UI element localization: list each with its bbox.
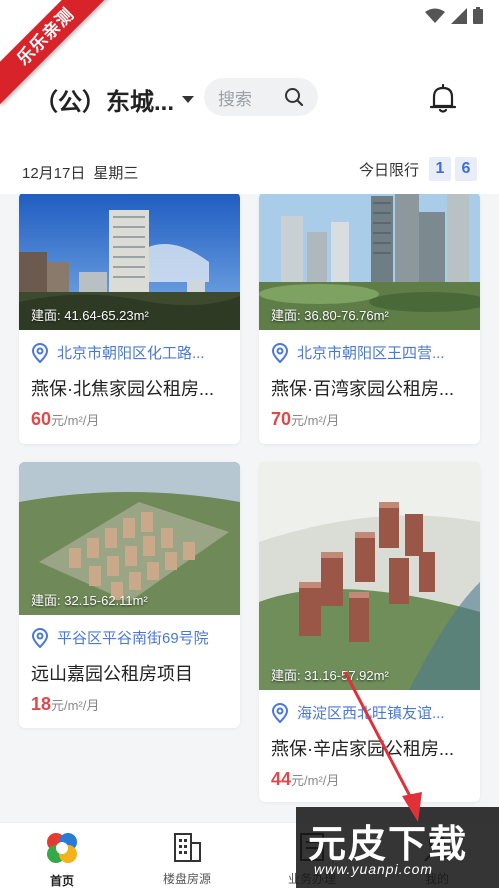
price-unit: 元/m²/月	[291, 413, 340, 428]
address-text: 北京市朝阳区王四营...	[297, 345, 445, 362]
price-unit: 元/m²/月	[51, 413, 100, 428]
home-logo-icon	[47, 833, 77, 863]
area-label: 建面: 32.15-62.11m²	[31, 593, 148, 608]
traffic-limit: 今日限行 1 6	[359, 157, 477, 181]
price-value: 44	[271, 769, 292, 789]
building-icon	[174, 833, 201, 862]
tab-home[interactable]: 首页	[12, 831, 112, 888]
listing-price: 44元/m²/月	[259, 761, 480, 790]
location-pin-icon	[31, 627, 49, 648]
address-text: 北京市朝阳区化工路...	[57, 345, 205, 362]
traffic-limit-label: 今日限行	[358, 161, 419, 179]
listing-card[interactable]: 建面: 31.16-57.92m² 海淀区西北旺镇友谊... 燕保·辛店家园公租…	[259, 462, 480, 802]
signal-icon	[451, 7, 467, 24]
price-unit: 元/m²/月	[291, 773, 340, 788]
watermark-title: 元皮下载	[308, 824, 469, 866]
city-selector[interactable]: （公）东城...	[34, 82, 195, 117]
listing-price: 70元/m²/月	[259, 401, 480, 430]
area-label: 建面: 41.64-65.23m²	[31, 308, 149, 323]
listing-grid[interactable]: 建面: 41.64-65.23m² 北京市朝阳区化工路... 燕保·北焦家园公租…	[0, 194, 499, 822]
listing-address: 北京市朝阳区王四营...	[259, 330, 480, 363]
limit-number: 6	[455, 157, 477, 181]
date-weekday: 星期三	[93, 165, 139, 182]
listing-photo: 建面: 36.80-76.76m²	[259, 194, 480, 330]
city-label: （公）东城...	[34, 89, 175, 116]
listing-card[interactable]: 建面: 32.15-62.11m² 平谷区平谷南街69号院 远山嘉园公租房项目 …	[19, 462, 240, 728]
listing-name: 燕保·百湾家园公租房...	[271, 379, 454, 399]
wifi-icon	[425, 8, 445, 23]
location-pin-icon	[31, 342, 49, 363]
listing-address: 北京市朝阳区化工路...	[19, 330, 240, 363]
address-text: 海淀区西北旺镇友谊...	[297, 705, 445, 722]
tab-label: 首页	[49, 874, 74, 888]
location-pin-icon	[271, 702, 289, 723]
address-text: 平谷区平谷南街69号院	[57, 630, 209, 647]
tab-buildings[interactable]: 楼盘房源	[137, 831, 237, 887]
area-label: 建面: 31.16-57.92m²	[271, 668, 389, 683]
listing-photo: 建面: 32.15-62.11m²	[19, 462, 240, 615]
date-bar: 12月17日 星期三 今日限行 1 6	[0, 154, 499, 194]
listing-name: 燕保·北焦家园公租房...	[31, 379, 214, 399]
tab-label: 楼盘房源	[162, 872, 211, 886]
app-header: （公）东城... 搜索	[0, 34, 499, 154]
listing-name: 远山嘉园公租房项目	[31, 664, 193, 684]
price-value: 60	[31, 409, 52, 429]
listing-address: 海淀区西北旺镇友谊...	[259, 690, 480, 723]
listing-price: 18元/m²/月	[19, 686, 240, 715]
listing-card[interactable]: 建面: 41.64-65.23m² 北京市朝阳区化工路... 燕保·北焦家园公租…	[19, 194, 240, 444]
watermark: 元皮下载 www.yuanpi.com	[296, 807, 499, 888]
listing-card[interactable]: 建面: 36.80-76.76m² 北京市朝阳区王四营... 燕保·百湾家园公租…	[259, 194, 480, 444]
listing-photo: 建面: 31.16-57.92m²	[259, 462, 480, 690]
area-label: 建面: 36.80-76.76m²	[271, 308, 389, 323]
bell-icon[interactable]	[430, 84, 456, 114]
date-day: 12月17日	[22, 165, 86, 182]
listing-address: 平谷区平谷南街69号院	[19, 615, 240, 648]
date-text: 12月17日 星期三	[22, 162, 138, 183]
price-value: 18	[31, 694, 52, 714]
watermark-url: www.yuanpi.com	[314, 861, 434, 877]
search-icon	[285, 88, 304, 107]
listing-name: 燕保·辛店家园公租房...	[271, 739, 454, 759]
search-box[interactable]: 搜索	[204, 78, 318, 116]
search-placeholder: 搜索	[218, 89, 252, 109]
price-value: 70	[271, 409, 292, 429]
price-unit: 元/m²/月	[51, 698, 100, 713]
listing-price: 60元/m²/月	[19, 401, 240, 430]
location-pin-icon	[271, 342, 289, 363]
chevron-down-icon	[182, 96, 195, 103]
battery-icon	[473, 7, 483, 24]
limit-number: 1	[429, 157, 451, 181]
listing-photo: 建面: 41.64-65.23m²	[19, 194, 240, 330]
